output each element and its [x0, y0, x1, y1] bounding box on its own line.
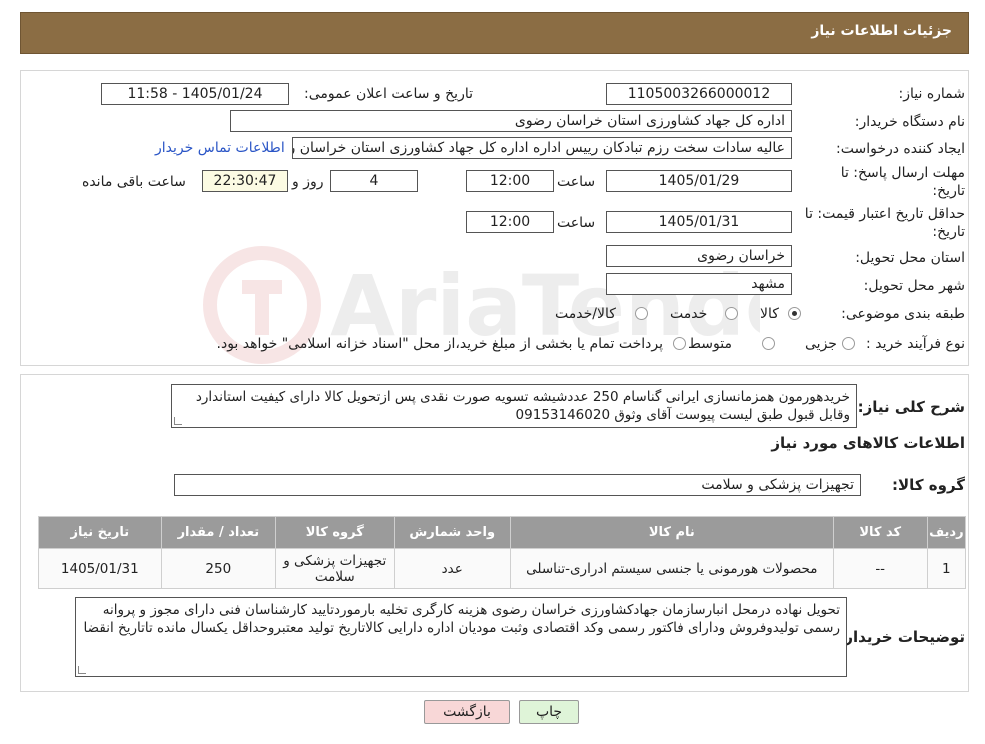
- page-title: جزئیات اطلاعات نیاز: [20, 12, 969, 54]
- summary-text: خریدهورمون همزمانسازی ایرانی گناسام 250 …: [195, 389, 850, 423]
- table-row: 1 -- محصولات هورمونی یا جنسی سیستم ادرار…: [38, 548, 967, 589]
- process-treasury-radio[interactable]: [673, 337, 686, 350]
- resize-grip-icon[interactable]: [174, 417, 182, 425]
- process-treasury-note: پرداخت تمام یا بخشی از مبلغ خرید،از محل …: [216, 336, 663, 352]
- cell-group: تجهیزات پزشکی و سلامت: [275, 548, 395, 589]
- summary-label: شرح کلی نیاز:: [857, 398, 965, 416]
- days-label: روز و: [292, 174, 324, 190]
- goods-group-label: گروه کالا:: [892, 476, 965, 494]
- validity-time-label: ساعت: [557, 215, 596, 231]
- cell-row: 1: [926, 548, 967, 589]
- deadline-time-field: 12:00: [466, 170, 554, 192]
- validity-label-2: تاریخ:: [932, 224, 965, 240]
- city-label: شهر محل تحویل:: [863, 278, 965, 294]
- validity-date-field: 1405/01/31: [606, 211, 792, 233]
- col-row-header: ردیف: [926, 516, 967, 549]
- resize-grip-icon[interactable]: [78, 666, 86, 674]
- print-button[interactable]: چاپ: [519, 700, 579, 724]
- table-header-row: ردیف کد کالا نام کالا واحد شمارش گروه کا…: [38, 516, 967, 549]
- goods-section-title: اطلاعات کالاهای مورد نیاز: [771, 434, 965, 452]
- col-code-header: کد کالا: [832, 516, 928, 549]
- category-label: طبقه بندی موضوعی:: [841, 306, 965, 322]
- col-unit-header: واحد شمارش: [393, 516, 511, 549]
- goods-group-field: تجهیزات پزشکی و سلامت: [174, 474, 861, 496]
- col-group-header: گروه کالا: [275, 516, 395, 549]
- announce-date-field: 1405/01/24 - 11:58: [101, 83, 289, 105]
- cell-code: --: [832, 548, 928, 589]
- need-number-field: 1105003266000012: [606, 83, 792, 105]
- category-goods-radio[interactable]: [788, 307, 801, 320]
- province-field: خراسان رضوی: [606, 245, 792, 267]
- validity-label: حداقل تاریخ اعتبار قیمت: تا: [804, 206, 965, 222]
- summary-textarea[interactable]: خریدهورمون همزمانسازی ایرانی گناسام 250 …: [171, 384, 857, 428]
- process-medium-label: متوسط: [688, 336, 732, 352]
- cell-unit: عدد: [393, 548, 511, 589]
- remaining-time-field: 22:30:47: [202, 170, 288, 192]
- category-goods-label: کالا: [760, 306, 779, 322]
- cell-date: 1405/01/31: [38, 548, 162, 589]
- items-table: ردیف کد کالا نام کالا واحد شمارش گروه کا…: [38, 516, 967, 589]
- category-goods-service-label: کالا/خدمت: [555, 306, 616, 322]
- category-service-radio[interactable]: [725, 307, 738, 320]
- deadline-label: مهلت ارسال پاسخ: تا: [840, 165, 965, 181]
- col-name-header: نام کالا: [509, 516, 834, 549]
- category-service-label: خدمت: [670, 306, 708, 322]
- back-button[interactable]: بازگشت: [424, 700, 510, 724]
- process-medium-radio[interactable]: [762, 337, 775, 350]
- province-label: استان محل تحویل:: [855, 250, 965, 266]
- buyer-notes-textarea[interactable]: تحویل نهاده درمحل انبارسازمان جهادکشاورز…: [75, 597, 847, 677]
- buyer-contact-link[interactable]: اطلاعات تماس خریدار: [155, 140, 285, 156]
- creator-label: ایجاد کننده درخواست:: [836, 141, 965, 157]
- category-goods-service-radio[interactable]: [635, 307, 648, 320]
- creator-field: عالیه سادات سخت رزم تبادکان رییس اداره ا…: [292, 137, 792, 159]
- deadline-time-label: ساعت: [557, 174, 596, 190]
- cell-qty: 250: [160, 548, 277, 589]
- buyer-notes-label: توضیحات خریدار:: [838, 628, 965, 646]
- validity-time-field: 12:00: [466, 211, 554, 233]
- col-qty-header: تعداد / مقدار: [160, 516, 277, 549]
- deadline-date-field: 1405/01/29: [606, 170, 792, 192]
- remaining-time-label: ساعت باقی مانده: [82, 174, 186, 190]
- announce-date-label: تاریخ و ساعت اعلان عمومی:: [304, 86, 473, 102]
- buyer-notes-text: تحویل نهاده درمحل انبارسازمان جهادکشاورز…: [83, 602, 840, 636]
- need-number-label: شماره نیاز:: [898, 86, 966, 102]
- process-label: نوع فرآیند خرید :: [866, 336, 965, 352]
- days-field: 4: [330, 170, 418, 192]
- process-minor-radio[interactable]: [842, 337, 855, 350]
- city-field: مشهد: [606, 273, 792, 295]
- process-minor-label: جزیی: [805, 336, 837, 352]
- buyer-label: نام دستگاه خریدار:: [854, 114, 965, 130]
- cell-name: محصولات هورمونی یا جنسی سیستم ادراری-تنا…: [509, 548, 834, 589]
- deadline-label-2: تاریخ:: [932, 183, 965, 199]
- col-date-header: تاریخ نیاز: [38, 516, 162, 549]
- buyer-field: اداره کل جهاد کشاورزی استان خراسان رضوی: [230, 110, 792, 132]
